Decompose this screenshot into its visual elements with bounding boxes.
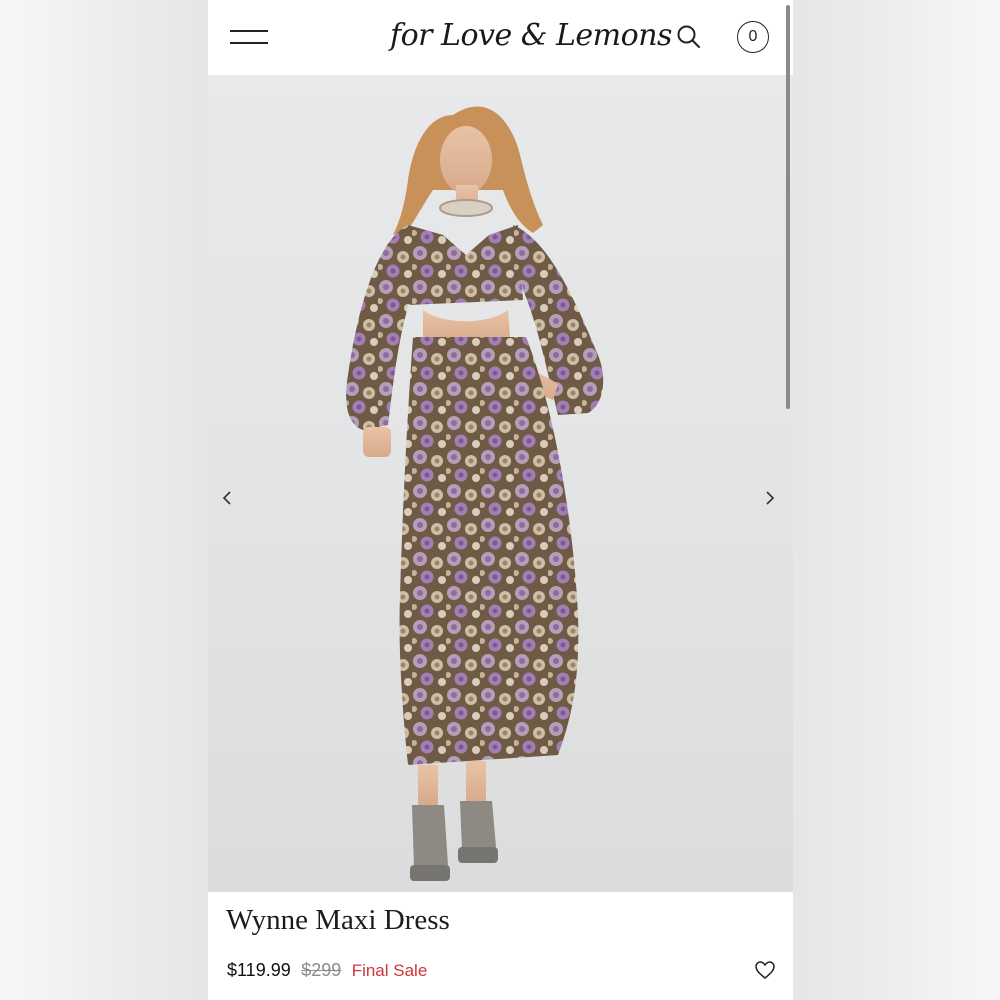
brand-logo[interactable]: for Love & Lemons: [390, 12, 672, 60]
next-image-button[interactable]: [760, 486, 780, 510]
compare-at-price: $299: [301, 960, 342, 980]
search-button[interactable]: [674, 22, 704, 52]
site-header: for Love & Lemons 0: [208, 0, 793, 75]
product-image: [346, 106, 604, 881]
page-scrollbar[interactable]: [786, 5, 790, 409]
menu-button[interactable]: [230, 26, 270, 50]
heart-icon: [755, 961, 775, 979]
chevron-left-icon: [222, 491, 231, 505]
chevron-right-icon: [766, 491, 775, 505]
price-row: $119.99 $299 Final Sale: [227, 960, 427, 986]
wishlist-button[interactable]: [753, 958, 777, 982]
cart-button[interactable]: 0: [737, 21, 769, 53]
final-sale-badge: Final Sale: [351, 961, 428, 980]
product-image-gallery[interactable]: [208, 75, 793, 892]
background-left: [0, 0, 208, 1000]
search-icon: [677, 25, 700, 48]
background-right: [793, 0, 1000, 1000]
product-title: Wynne Maxi Dress: [226, 904, 450, 936]
previous-image-button[interactable]: [217, 486, 237, 510]
current-price: $119.99: [227, 960, 291, 980]
phone-screen: for Love & Lemons 0 Wynne Maxi Dress $11…: [208, 0, 793, 1000]
